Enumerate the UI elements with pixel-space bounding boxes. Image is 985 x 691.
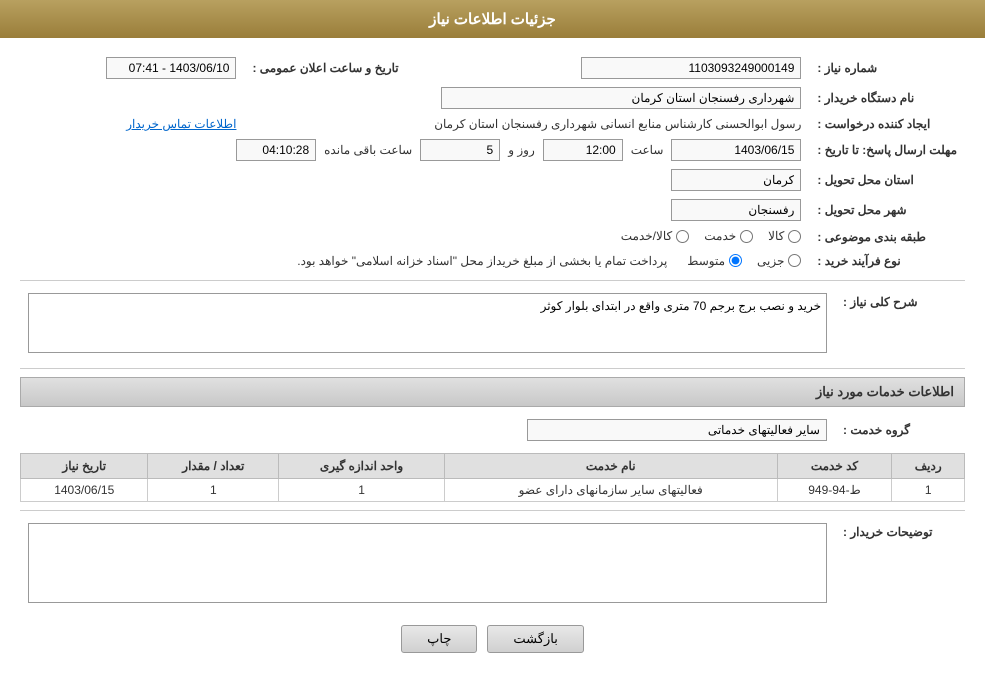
services-section-title: اطلاعات خدمات مورد نیاز bbox=[20, 377, 965, 407]
table-row: 1ط-94-949فعالیتهای سایر سازمانهای دارای … bbox=[21, 478, 965, 501]
description-section-title: شرح کلی نیاز : bbox=[843, 295, 918, 309]
divider-3 bbox=[20, 510, 965, 511]
announce-datetime-input bbox=[106, 57, 236, 79]
category-khadamat-label: خدمت bbox=[704, 229, 736, 243]
buyer-org-input bbox=[441, 87, 801, 109]
announce-datetime-label: تاریخ و ساعت اعلان عمومی : bbox=[244, 53, 406, 83]
service-group-input bbox=[527, 419, 827, 441]
reply-remaining-input bbox=[236, 139, 316, 161]
cell-unit: 1 bbox=[279, 478, 445, 501]
cell-name: فعالیتهای سایر سازمانهای دارای عضو bbox=[444, 478, 777, 501]
reply-days-label: روز و bbox=[508, 143, 535, 157]
button-row: بازگشت چاپ bbox=[20, 625, 965, 668]
col-name: نام خدمت bbox=[444, 453, 777, 478]
category-kala-option[interactable]: کالا bbox=[768, 229, 801, 243]
col-row: ردیف bbox=[892, 453, 965, 478]
reply-deadline-label: مهلت ارسال پاسخ: تا تاریخ : bbox=[809, 135, 965, 165]
creator-label: ایجاد کننده درخواست : bbox=[809, 113, 965, 135]
cell-row: 1 bbox=[892, 478, 965, 501]
process-jozi-label: جزیی bbox=[757, 254, 784, 268]
reply-date-input bbox=[671, 139, 801, 161]
col-unit: واحد اندازه گیری bbox=[279, 453, 445, 478]
delivery-province-input bbox=[671, 169, 801, 191]
divider-1 bbox=[20, 280, 965, 281]
process-mottaset-option[interactable]: متوسط bbox=[687, 254, 742, 268]
reply-remaining-label-pre: ساعت باقی مانده bbox=[324, 143, 412, 157]
process-mottaset-radio[interactable] bbox=[729, 254, 742, 267]
category-label: طبقه بندی موضوعی : bbox=[809, 225, 965, 250]
reply-time-label: ساعت bbox=[631, 143, 664, 157]
creator-value: رسول ابوالحسنی کارشناس منابع انسانی شهرد… bbox=[434, 117, 801, 131]
page-title: جزئیات اطلاعات نیاز bbox=[429, 11, 556, 28]
category-khadamat-option[interactable]: خدمت bbox=[704, 229, 753, 243]
category-kala-khadamat-option[interactable]: کالا/خدمت bbox=[621, 229, 689, 243]
col-code: کد خدمت bbox=[777, 453, 892, 478]
process-jozi-radio[interactable] bbox=[788, 254, 801, 267]
category-kala-radio[interactable] bbox=[788, 230, 801, 243]
reply-days-input bbox=[420, 139, 500, 161]
process-jozi-option[interactable]: جزیی bbox=[757, 254, 801, 268]
cell-date: 1403/06/15 bbox=[21, 478, 148, 501]
col-quantity: تعداد / مقدار bbox=[148, 453, 279, 478]
buyer-org-label: نام دستگاه خریدار : bbox=[809, 83, 965, 113]
process-notice: پرداخت تمام یا بخشی از مبلغ خریداز محل "… bbox=[297, 254, 667, 268]
page-header: جزئیات اطلاعات نیاز bbox=[0, 0, 985, 38]
reference-number-input bbox=[581, 57, 801, 79]
print-button[interactable]: چاپ bbox=[401, 625, 477, 653]
buyer-notes-label: توضیحات خریدار : bbox=[843, 525, 933, 539]
services-table: ردیف کد خدمت نام خدمت واحد اندازه گیری ت… bbox=[20, 453, 965, 502]
description-textarea bbox=[28, 293, 827, 353]
col-date: تاریخ نیاز bbox=[21, 453, 148, 478]
category-kala-khadamat-label: کالا/خدمت bbox=[621, 229, 672, 243]
process-mottaset-label: متوسط bbox=[687, 254, 725, 268]
delivery-city-label: شهر محل تحویل : bbox=[809, 195, 965, 225]
delivery-province-label: استان محل تحویل : bbox=[809, 165, 965, 195]
service-group-label: گروه خدمت : bbox=[843, 423, 910, 437]
buyer-notes-textarea bbox=[28, 523, 827, 603]
divider-2 bbox=[20, 368, 965, 369]
back-button[interactable]: بازگشت bbox=[487, 625, 583, 653]
process-label: نوع فرآیند خرید : bbox=[809, 250, 965, 272]
category-kala-khadamat-radio[interactable] bbox=[676, 230, 689, 243]
delivery-city-input bbox=[671, 199, 801, 221]
contact-link[interactable]: اطلاعات تماس خریدار bbox=[126, 117, 236, 131]
cell-code: ط-94-949 bbox=[777, 478, 892, 501]
category-khadamat-radio[interactable] bbox=[740, 230, 753, 243]
reference-number-label: شماره نیاز : bbox=[809, 53, 965, 83]
cell-quantity: 1 bbox=[148, 478, 279, 501]
category-kala-label: کالا bbox=[768, 229, 784, 243]
reply-time-input bbox=[543, 139, 623, 161]
